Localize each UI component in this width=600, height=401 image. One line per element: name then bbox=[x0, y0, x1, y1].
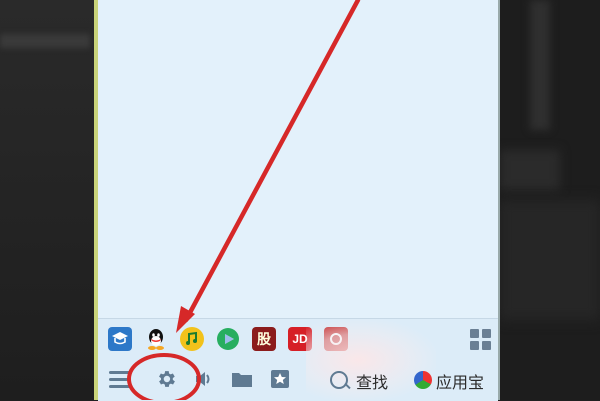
favorites-star-icon[interactable] bbox=[268, 367, 292, 391]
classroom-app-icon[interactable] bbox=[108, 327, 132, 351]
stock-app-icon[interactable]: 股 bbox=[252, 327, 276, 351]
menu-icon[interactable] bbox=[108, 367, 132, 391]
system-tools-row bbox=[108, 367, 292, 391]
folder-icon[interactable] bbox=[230, 367, 254, 391]
qq-music-app-icon[interactable] bbox=[180, 327, 204, 351]
background-right bbox=[500, 0, 600, 400]
panel-content-area bbox=[98, 0, 498, 318]
start-panel: 股 JD 查找 应用宝 bbox=[94, 0, 500, 401]
qq-app-icon[interactable] bbox=[144, 327, 168, 351]
all-apps-grid-icon[interactable] bbox=[468, 327, 492, 351]
bottom-toolbar: 股 JD 查找 应用宝 bbox=[98, 318, 498, 401]
background-left bbox=[0, 0, 94, 400]
appstore-icon[interactable] bbox=[414, 371, 432, 389]
search-icon[interactable] bbox=[330, 371, 348, 389]
settings-gear-icon[interactable] bbox=[154, 367, 178, 391]
volume-icon[interactable] bbox=[192, 367, 216, 391]
appstore-label[interactable]: 应用宝 bbox=[436, 369, 484, 393]
video-app-icon[interactable] bbox=[216, 327, 240, 351]
search-label[interactable]: 查找 bbox=[356, 369, 388, 393]
